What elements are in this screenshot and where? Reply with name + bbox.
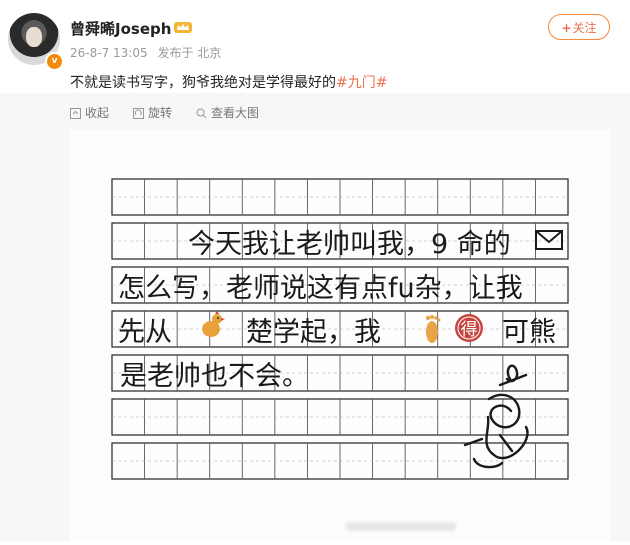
collapse-label: 收起 <box>85 106 110 120</box>
post-header: v 曾舜晞Joseph 26-8-7 13:05 发布于 北京 +关注 <box>0 0 630 71</box>
follow-button[interactable]: +关注 <box>548 14 610 40</box>
handwriting-line-3a: 先从 <box>118 317 172 348</box>
collapse-button[interactable]: 收起 <box>70 104 109 121</box>
username[interactable]: 曾舜晞Joseph <box>70 18 171 39</box>
post-text: 不就是读书写字，狗爷我绝对是学得最好的#九门# <box>70 72 387 92</box>
handwriting-line-3c: 可熊 <box>502 317 556 348</box>
post-location: 发布于 北京 <box>157 46 222 60</box>
rotate-icon <box>133 108 144 119</box>
post-body: 不就是读书写字，狗爷我绝对是学得最好的 <box>70 75 336 91</box>
envelope-icon <box>535 230 563 250</box>
handwriting-line-3b: 楚学起，我 <box>246 317 381 348</box>
handwriting-line-4: 是老帅也不会。 <box>120 361 309 392</box>
crown-icon <box>174 22 192 33</box>
view-large-button[interactable]: 查看大图 <box>196 104 259 121</box>
follow-plus: + <box>561 21 572 35</box>
image-toolbar: 收起 旋转 查看大图 <box>0 93 630 129</box>
magnify-icon <box>196 108 207 119</box>
rotate-button[interactable]: 旋转 <box>133 104 172 121</box>
post-meta: 26-8-7 13:05 发布于 北京 <box>70 44 227 61</box>
post-time[interactable]: 26-8-7 13:05 <box>70 46 148 60</box>
handwriting-sheet: 今天我让老帅叫我，9 命的 怎么写，老师说这有点fu杂，让我 先从 楚学起，我 … <box>111 178 569 480</box>
chicken-icon <box>202 311 225 337</box>
signature-doodle <box>463 364 529 469</box>
verified-badge-icon: v <box>45 52 64 71</box>
handwriting-line-1: 今天我让老帅叫我，9 命的 <box>188 229 511 260</box>
weibo-post: v 曾舜晞Joseph 26-8-7 13:05 发布于 北京 +关注 不就是读… <box>0 0 630 541</box>
watermark-blur <box>346 522 456 531</box>
collapse-icon <box>70 108 81 119</box>
rotate-label: 旋转 <box>148 106 173 120</box>
avatar-face <box>26 27 42 47</box>
follow-label: 关注 <box>572 21 597 35</box>
handwriting-line-2: 怎么写，老师说这有点fu杂，让我 <box>118 273 523 304</box>
view-large-label: 查看大图 <box>211 106 260 120</box>
stamp-icon: 得 <box>455 314 483 342</box>
stamp-char: 得 <box>461 320 478 340</box>
topic-link[interactable]: #九门# <box>336 75 387 91</box>
image-area: 今天我让老帅叫我，9 命的 怎么写，老师说这有点fu杂，让我 先从 楚学起，我 … <box>0 129 630 541</box>
post-image[interactable]: 今天我让老帅叫我，9 命的 怎么写，老师说这有点fu杂，让我 先从 楚学起，我 … <box>70 129 610 541</box>
